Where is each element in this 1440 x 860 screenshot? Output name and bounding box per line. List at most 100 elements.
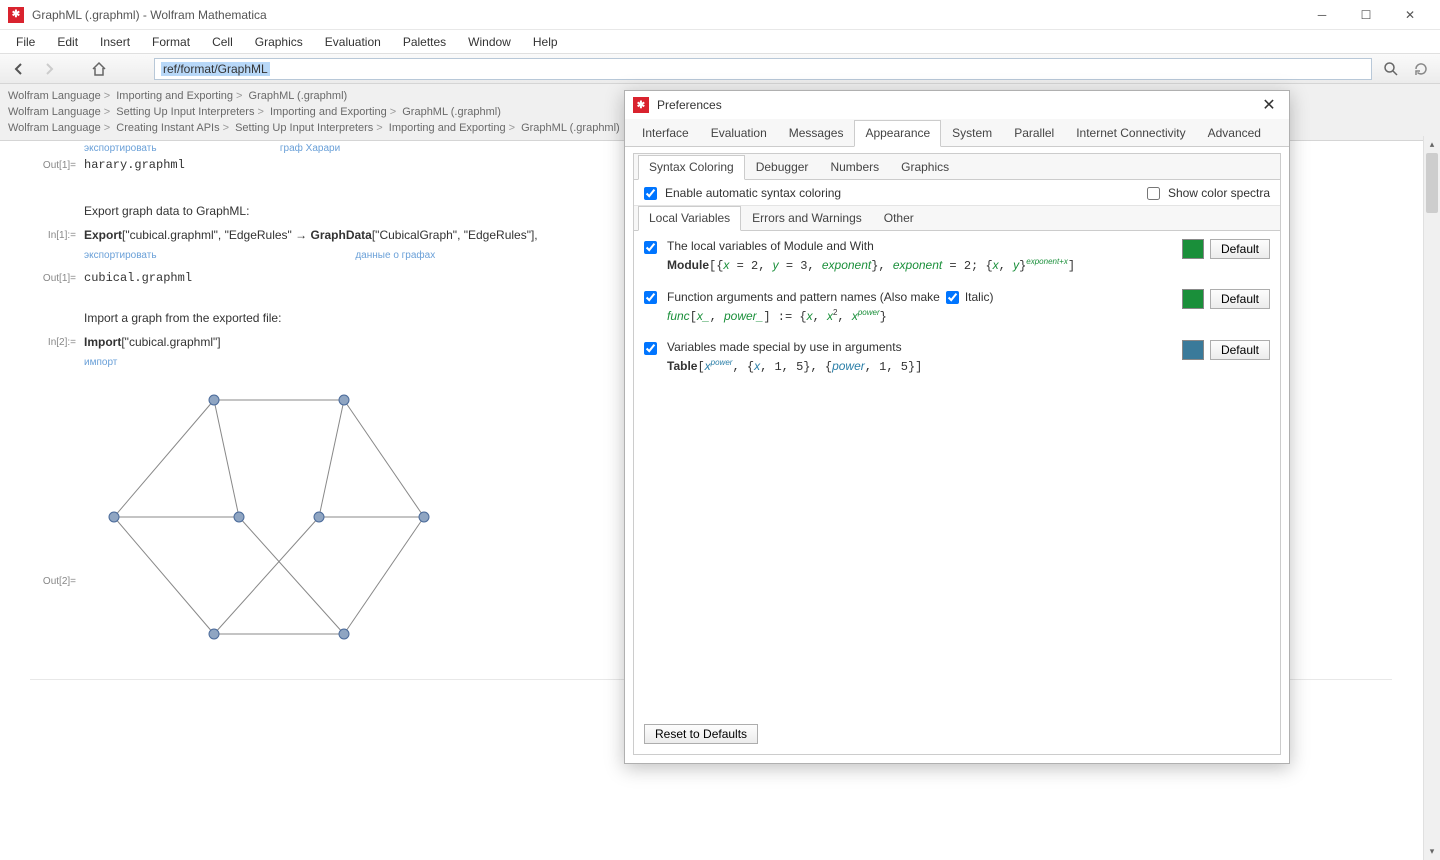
- menu-file[interactable]: File: [6, 32, 45, 52]
- crumb[interactable]: GraphML (.graphml): [402, 106, 501, 118]
- hint-label: граф Харари: [280, 143, 340, 154]
- subtab-syntax-coloring[interactable]: Syntax Coloring: [638, 155, 745, 180]
- back-button[interactable]: [8, 58, 30, 80]
- crumb[interactable]: Setting Up Input Interpreters: [116, 106, 254, 118]
- crumb[interactable]: GraphML (.graphml): [249, 90, 348, 102]
- tab-messages[interactable]: Messages: [778, 120, 855, 147]
- cell-out-label: Out[1]=: [30, 271, 84, 285]
- default-button[interactable]: Default: [1210, 340, 1270, 360]
- default-button[interactable]: Default: [1210, 239, 1270, 259]
- dialog-title: Preferences: [657, 98, 1257, 112]
- crumb[interactable]: Importing and Exporting: [389, 122, 506, 134]
- scroll-up-button[interactable]: ▴: [1424, 136, 1440, 153]
- home-button[interactable]: [88, 58, 110, 80]
- subtab-debugger[interactable]: Debugger: [745, 155, 820, 180]
- subtab-graphics[interactable]: Graphics: [890, 155, 960, 180]
- menu-format[interactable]: Format: [142, 32, 200, 52]
- subsubtab-local-variables[interactable]: Local Variables: [638, 206, 741, 231]
- chevron-left-icon: [12, 62, 26, 76]
- search-icon: [1383, 61, 1399, 77]
- options-block: The local variables of Module and With M…: [634, 231, 1280, 398]
- menu-edit[interactable]: Edit: [47, 32, 88, 52]
- address-input[interactable]: ref/format/GraphML: [154, 58, 1372, 80]
- option-checkbox[interactable]: [644, 342, 657, 355]
- option-label: The local variables of Module and With: [667, 239, 874, 253]
- app-icon: ✱: [633, 97, 649, 113]
- menu-window[interactable]: Window: [458, 32, 521, 52]
- minimize-button[interactable]: ─: [1300, 1, 1344, 29]
- dialog-close-button[interactable]: ✕: [1257, 93, 1281, 117]
- cell-in-label: In[2]:=: [30, 335, 84, 350]
- vertical-scrollbar[interactable]: ▴ ▾: [1423, 136, 1440, 860]
- subtab-numbers[interactable]: Numbers: [819, 155, 890, 180]
- crumb[interactable]: Setting Up Input Interpreters: [235, 122, 373, 134]
- menu-evaluation[interactable]: Evaluation: [315, 32, 391, 52]
- tab-appearance[interactable]: Appearance: [854, 120, 941, 147]
- refresh-icon: [1413, 61, 1429, 77]
- scroll-thumb[interactable]: [1426, 153, 1438, 213]
- menubar: File Edit Insert Format Cell Graphics Ev…: [0, 30, 1440, 54]
- tab-system[interactable]: System: [941, 120, 1003, 147]
- app-icon: ✱: [8, 7, 24, 23]
- graph-output: [84, 382, 434, 652]
- tab-advanced[interactable]: Advanced: [1197, 120, 1272, 147]
- color-swatch[interactable]: [1182, 340, 1204, 360]
- option-checkbox[interactable]: [644, 291, 657, 304]
- forward-button[interactable]: [38, 58, 60, 80]
- enable-auto-checkbox[interactable]: [644, 187, 657, 200]
- crumb[interactable]: Creating Instant APIs: [116, 122, 219, 134]
- nav-toolbar: ref/format/GraphML: [0, 54, 1440, 84]
- italic-checkbox[interactable]: [946, 291, 959, 304]
- scroll-track[interactable]: [1424, 153, 1440, 843]
- tab-internet[interactable]: Internet Connectivity: [1065, 120, 1196, 147]
- menu-graphics[interactable]: Graphics: [245, 32, 313, 52]
- maximize-button[interactable]: ☐: [1344, 1, 1388, 29]
- tab-parallel[interactable]: Parallel: [1003, 120, 1065, 147]
- home-icon: [91, 61, 107, 77]
- tab-evaluation[interactable]: Evaluation: [700, 120, 778, 147]
- menu-help[interactable]: Help: [523, 32, 568, 52]
- menu-cell[interactable]: Cell: [202, 32, 243, 52]
- subsubtab-errors-warnings[interactable]: Errors and Warnings: [741, 206, 873, 231]
- close-button[interactable]: ✕: [1388, 1, 1432, 29]
- color-swatch[interactable]: [1182, 289, 1204, 309]
- color-swatch[interactable]: [1182, 239, 1204, 259]
- window-titlebar: ✱ GraphML (.graphml) - Wolfram Mathemati…: [0, 0, 1440, 30]
- dialog-titlebar[interactable]: ✱ Preferences ✕: [625, 91, 1289, 119]
- crumb[interactable]: Wolfram Language: [8, 106, 101, 118]
- default-button[interactable]: Default: [1210, 289, 1270, 309]
- cell-out-label: Out[1]=: [30, 158, 84, 172]
- crumb[interactable]: Wolfram Language: [8, 90, 101, 102]
- menu-palettes[interactable]: Palettes: [393, 32, 456, 52]
- preferences-dialog: ✱ Preferences ✕ Interface Evaluation Mes…: [624, 90, 1290, 764]
- crumb[interactable]: GraphML (.graphml): [521, 122, 620, 134]
- hint-label: данные о графах: [355, 250, 435, 261]
- crumb[interactable]: Importing and Exporting: [270, 106, 387, 118]
- crumb[interactable]: Importing and Exporting: [116, 90, 233, 102]
- window-title: GraphML (.graphml) - Wolfram Mathematica: [32, 8, 1300, 22]
- scroll-down-button[interactable]: ▾: [1424, 843, 1440, 860]
- option-label: Variables made special by use in argumen…: [667, 340, 902, 354]
- show-spectra-checkbox[interactable]: [1147, 187, 1160, 200]
- prefs-panel: Syntax Coloring Debugger Numbers Graphic…: [633, 153, 1281, 755]
- prefs-tabs: Interface Evaluation Messages Appearance…: [625, 119, 1289, 147]
- option-module-with: The local variables of Module and With M…: [644, 239, 1270, 273]
- chevron-right-icon: [42, 62, 56, 76]
- hint-label: экспортировать: [84, 143, 157, 154]
- hint-label: импорт: [84, 357, 117, 368]
- menu-insert[interactable]: Insert: [90, 32, 140, 52]
- tab-interface[interactable]: Interface: [631, 120, 700, 147]
- option-function-args: Function arguments and pattern names (Al…: [644, 289, 1270, 324]
- appearance-subtabs: Syntax Coloring Debugger Numbers Graphic…: [634, 154, 1280, 180]
- subsubtab-other[interactable]: Other: [873, 206, 925, 231]
- search-button[interactable]: [1380, 58, 1402, 80]
- italic-label: Italic): [965, 290, 994, 304]
- hint-label: экспортировать: [84, 250, 352, 261]
- refresh-button[interactable]: [1410, 58, 1432, 80]
- enable-auto-row: Enable automatic syntax coloring Show co…: [634, 180, 1280, 206]
- reset-defaults-button[interactable]: Reset to Defaults: [644, 724, 758, 744]
- enable-auto-label: Enable automatic syntax coloring: [665, 186, 841, 200]
- syntax-subtabs: Local Variables Errors and Warnings Othe…: [634, 205, 1280, 231]
- option-checkbox[interactable]: [644, 241, 657, 254]
- crumb[interactable]: Wolfram Language: [8, 122, 101, 134]
